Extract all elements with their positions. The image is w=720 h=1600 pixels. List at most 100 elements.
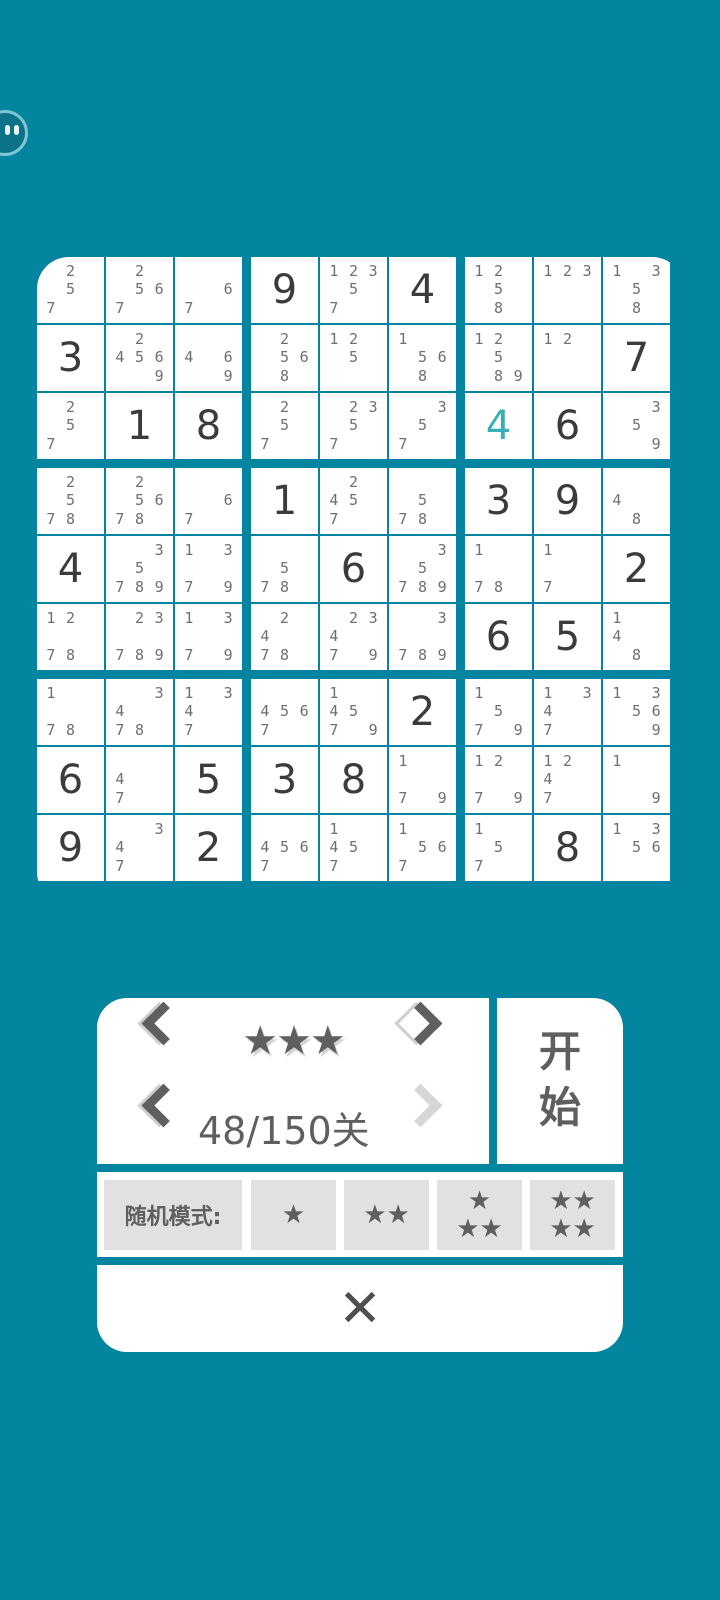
- note-digit: 1: [398, 329, 408, 348]
- sudoku-cell[interactable]: 4 69: [175, 325, 242, 391]
- sudoku-cell[interactable]: 9: [251, 257, 318, 323]
- sudoku-cell[interactable]: 256 78: [106, 468, 173, 534]
- sudoku-cell[interactable]: 456 7: [251, 815, 318, 881]
- sudoku-cell[interactable]: 123: [534, 257, 601, 323]
- sudoku-cell[interactable]: 257: [37, 393, 104, 459]
- sudoku-cell[interactable]: 35789: [106, 536, 173, 602]
- sudoku-cell[interactable]: 1 78: [465, 536, 532, 602]
- sudoku-cell[interactable]: 2478: [251, 604, 318, 670]
- sudoku-cell[interactable]: 1 3 7 9: [175, 604, 242, 670]
- sudoku-cell[interactable]: 9: [37, 815, 104, 881]
- sudoku-cell[interactable]: 456 7: [251, 679, 318, 745]
- note-digit: 6: [154, 348, 164, 367]
- sudoku-cell[interactable]: 6: [320, 536, 387, 602]
- sudoku-cell[interactable]: 2: [175, 815, 242, 881]
- sudoku-cell[interactable]: 1: [106, 393, 173, 459]
- sudoku-cell[interactable]: 257: [251, 393, 318, 459]
- sudoku-cell[interactable]: 12357: [320, 257, 387, 323]
- sudoku-cell[interactable]: 148: [603, 604, 670, 670]
- sudoku-cell[interactable]: 3 478: [106, 679, 173, 745]
- given-digit: 3: [271, 757, 298, 803]
- sudoku-cell[interactable]: 578: [251, 536, 318, 602]
- sudoku-cell[interactable]: 157: [465, 815, 532, 881]
- sudoku-cell[interactable]: 3 789: [389, 604, 456, 670]
- note-digit: 8: [631, 510, 641, 529]
- sudoku-cell[interactable]: 12589: [465, 325, 532, 391]
- random-1-star-button[interactable]: ★: [251, 1180, 336, 1250]
- sudoku-cell[interactable]: 359: [603, 393, 670, 459]
- sudoku-cell[interactable]: 1579: [465, 679, 532, 745]
- sudoku-cell[interactable]: 4: [465, 393, 532, 459]
- sudoku-cell[interactable]: 1 78: [37, 679, 104, 745]
- sudoku-cell[interactable]: 1258: [465, 257, 532, 323]
- note-digit: 8: [417, 367, 427, 386]
- sudoku-cell[interactable]: 1: [251, 468, 318, 534]
- sudoku-cell[interactable]: 8: [175, 393, 242, 459]
- sudoku-cell[interactable]: 3: [251, 747, 318, 813]
- sudoku-cell[interactable]: 1247: [534, 747, 601, 813]
- sudoku-cell[interactable]: 19: [603, 747, 670, 813]
- sudoku-cell[interactable]: 3 47: [106, 815, 173, 881]
- sudoku-cell[interactable]: 1457: [320, 815, 387, 881]
- sudoku-cell[interactable]: 5: [534, 604, 601, 670]
- sudoku-cell[interactable]: 578: [389, 468, 456, 534]
- sudoku-cell[interactable]: 4: [389, 257, 456, 323]
- sudoku-cell[interactable]: 357: [389, 393, 456, 459]
- sudoku-cell[interactable]: 1 3 47: [534, 679, 601, 745]
- sudoku-cell[interactable]: 2578: [37, 468, 104, 534]
- sudoku-cell[interactable]: 67: [175, 257, 242, 323]
- sudoku-cell[interactable]: 4: [37, 536, 104, 602]
- sudoku-cell[interactable]: 23 47 9: [320, 604, 387, 670]
- sudoku-cell[interactable]: 1278: [37, 604, 104, 670]
- sudoku-cell[interactable]: 9: [534, 468, 601, 534]
- sudoku-cell[interactable]: 125: [320, 325, 387, 391]
- random-2-star-button[interactable]: ★★: [344, 1180, 429, 1250]
- note-digit: 7: [398, 789, 408, 808]
- sudoku-cell[interactable]: 47: [106, 747, 173, 813]
- sudoku-cell[interactable]: 1 356: [603, 815, 670, 881]
- sudoku-cell[interactable]: 1 358: [603, 257, 670, 323]
- note-digit: 9: [513, 367, 523, 386]
- sudoku-cell[interactable]: 1568: [389, 325, 456, 391]
- sudoku-cell[interactable]: 1 3 7 9: [175, 536, 242, 602]
- sudoku-cell[interactable]: 7: [603, 325, 670, 391]
- note-digit: 5: [65, 416, 75, 435]
- sudoku-cell[interactable]: 1567: [389, 815, 456, 881]
- note-digit: 6: [651, 838, 661, 857]
- sudoku-cell[interactable]: 1 7 9: [389, 747, 456, 813]
- note-digit: 7: [329, 435, 339, 454]
- sudoku-cell[interactable]: 8: [534, 815, 601, 881]
- sudoku-cell[interactable]: 2457: [320, 468, 387, 534]
- note-digit: 4: [543, 770, 553, 789]
- sudoku-cell[interactable]: 2: [389, 679, 456, 745]
- sudoku-cell[interactable]: 12: [534, 325, 601, 391]
- sudoku-cell[interactable]: 2568: [251, 325, 318, 391]
- sudoku-cell[interactable]: 127 9: [465, 747, 532, 813]
- sudoku-cell[interactable]: 35789: [389, 536, 456, 602]
- close-icon[interactable]: ✕: [325, 1276, 395, 1342]
- sudoku-cell[interactable]: 1 3569: [603, 679, 670, 745]
- random-4-star-button[interactable]: ★★ ★★: [530, 1180, 615, 1250]
- pencil-notes: 2457: [324, 473, 383, 529]
- random-3-star-button[interactable]: ★ ★★: [437, 1180, 522, 1250]
- sudoku-cell[interactable]: 48: [603, 468, 670, 534]
- sudoku-cell[interactable]: 8: [320, 747, 387, 813]
- sudoku-cell[interactable]: 1 3 47: [175, 679, 242, 745]
- note-digit: 8: [134, 646, 144, 665]
- sudoku-cell[interactable]: 24569: [106, 325, 173, 391]
- sudoku-cell[interactable]: 2357: [320, 393, 387, 459]
- sudoku-cell[interactable]: 5: [175, 747, 242, 813]
- sudoku-cell[interactable]: 6: [534, 393, 601, 459]
- sudoku-cell[interactable]: 1457 9: [320, 679, 387, 745]
- sudoku-cell[interactable]: 6: [37, 747, 104, 813]
- sudoku-cell[interactable]: 3: [37, 325, 104, 391]
- sudoku-cell[interactable]: 257: [37, 257, 104, 323]
- sudoku-cell[interactable]: 2: [603, 536, 670, 602]
- sudoku-cell[interactable]: 17: [534, 536, 601, 602]
- sudoku-cell[interactable]: 256 7: [106, 257, 173, 323]
- sudoku-cell[interactable]: 67: [175, 468, 242, 534]
- sudoku-cell[interactable]: 3: [465, 468, 532, 534]
- pause-button[interactable]: [0, 110, 28, 156]
- sudoku-cell[interactable]: 23 789: [106, 604, 173, 670]
- sudoku-cell[interactable]: 6: [465, 604, 532, 670]
